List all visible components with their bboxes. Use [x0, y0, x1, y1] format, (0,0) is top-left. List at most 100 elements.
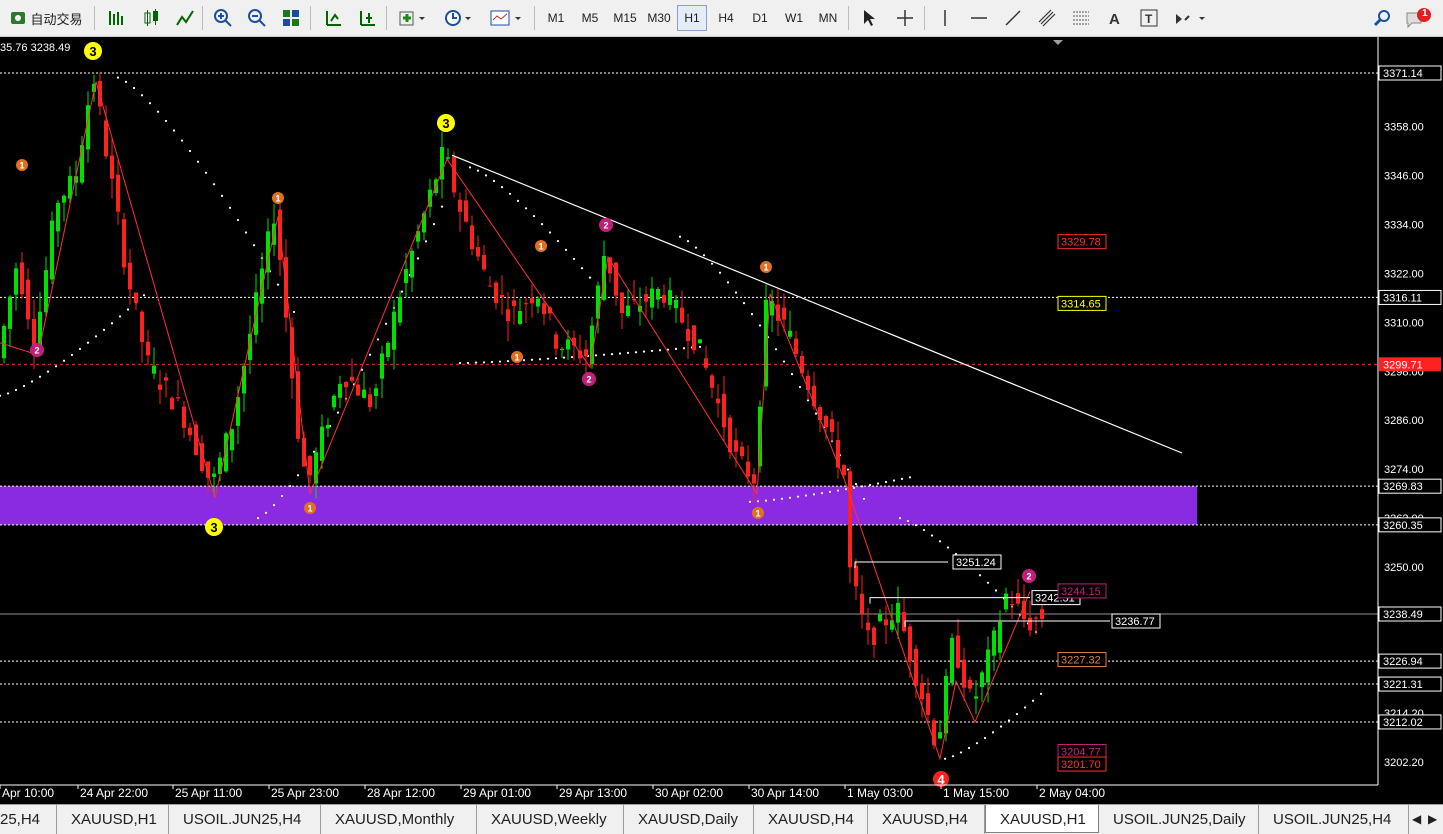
candle-body[interactable] — [362, 389, 366, 398]
candlestick-icon[interactable] — [138, 5, 164, 31]
candle-body[interactable] — [140, 311, 144, 343]
candle-body[interactable] — [482, 254, 486, 270]
candle-body[interactable] — [512, 300, 516, 307]
templates-icon[interactable] — [486, 5, 524, 31]
candle-body[interactable] — [920, 683, 924, 700]
cursor-icon[interactable] — [856, 5, 882, 31]
candle-body[interactable] — [974, 696, 978, 699]
timeframe-m30[interactable]: M30 — [643, 5, 675, 31]
candle-body[interactable] — [782, 307, 786, 320]
text-label-icon[interactable]: T — [1136, 5, 1162, 31]
autoscroll-icon[interactable] — [320, 5, 346, 31]
timeframe-m15[interactable]: M15 — [609, 5, 641, 31]
candle-body[interactable] — [518, 311, 522, 325]
candle-body[interactable] — [908, 626, 912, 662]
candle-body[interactable] — [752, 474, 756, 484]
candle-body[interactable] — [968, 679, 972, 689]
candle-body[interactable] — [656, 288, 660, 300]
tab-scroll-right-icon[interactable]: ▶ — [1428, 812, 1437, 826]
timeframe-m5[interactable]: M5 — [575, 5, 605, 31]
search-icon[interactable] — [1370, 5, 1396, 31]
candle-body[interactable] — [566, 339, 570, 350]
tab-chart-1[interactable]: XAUUSD,H1 — [57, 805, 169, 834]
chart-shift-icon[interactable] — [354, 5, 380, 31]
price-marker-line[interactable] — [904, 620, 1110, 628]
tab-chart-2[interactable]: USOIL.JUN25,H4 — [169, 805, 321, 834]
candle-body[interactable] — [98, 80, 102, 107]
candle-body[interactable] — [158, 384, 162, 390]
tab-chart-10[interactable]: USOIL.JUN25,H4 — [1259, 805, 1409, 834]
candle-body[interactable] — [152, 365, 156, 374]
candle-body[interactable] — [644, 294, 648, 302]
tab-chart-active[interactable]: XAUUSD,H1 — [985, 805, 1099, 833]
timeframe-mn[interactable]: MN — [813, 5, 843, 31]
candle-body[interactable] — [38, 311, 42, 348]
candle-body[interactable] — [8, 296, 12, 329]
candle-body[interactable] — [1004, 593, 1008, 610]
tab-chart-9[interactable]: USOIL.JUN25,Daily — [1099, 805, 1259, 834]
candle-body[interactable] — [584, 349, 588, 357]
candle-body[interactable] — [464, 200, 468, 222]
tab-scroll-left-icon[interactable]: ◀ — [1412, 812, 1421, 826]
candle-body[interactable] — [470, 225, 474, 250]
candle-body[interactable] — [1040, 609, 1044, 619]
candle-body[interactable] — [866, 622, 870, 631]
candle-body[interactable] — [986, 649, 990, 683]
candle-body[interactable] — [620, 292, 624, 313]
candle-body[interactable] — [704, 358, 708, 368]
candle-body[interactable] — [104, 120, 108, 157]
tile-windows-icon[interactable] — [278, 5, 304, 31]
candle-body[interactable] — [164, 377, 168, 381]
candle-body[interactable] — [650, 288, 654, 308]
candle-body[interactable] — [230, 429, 234, 451]
candle-body[interactable] — [746, 461, 750, 477]
price-marker-line[interactable] — [854, 561, 948, 568]
candle-body[interactable] — [896, 602, 900, 623]
timeframe-d1[interactable]: D1 — [745, 5, 775, 31]
candle-body[interactable] — [728, 417, 732, 453]
candle-body[interactable] — [926, 693, 930, 715]
horizontal-line-icon[interactable] — [966, 5, 992, 31]
candle-body[interactable] — [692, 325, 696, 351]
candle-body[interactable] — [488, 285, 492, 287]
candle-body[interactable] — [398, 297, 402, 323]
candle-body[interactable] — [1034, 617, 1038, 619]
candle-body[interactable] — [686, 328, 690, 342]
candle-body[interactable] — [938, 732, 942, 739]
timeframe-w1[interactable]: W1 — [779, 5, 809, 31]
tab-chart-7[interactable]: XAUUSD,H4 — [868, 805, 985, 834]
candle-body[interactable] — [392, 311, 396, 350]
indicators-icon[interactable] — [394, 5, 430, 31]
candle-body[interactable] — [710, 375, 714, 388]
timeframe-m1[interactable]: M1 — [541, 5, 571, 31]
candle-body[interactable] — [44, 270, 48, 313]
candle-body[interactable] — [218, 457, 222, 475]
candle-body[interactable] — [554, 334, 558, 349]
tab-chart-3[interactable]: XAUUSD,Monthly — [321, 805, 477, 834]
crosshair-icon[interactable] — [892, 5, 918, 31]
candle-body[interactable] — [122, 219, 126, 268]
candle-body[interactable] — [626, 305, 630, 316]
candle-body[interactable] — [68, 175, 72, 199]
candle-body[interactable] — [842, 465, 846, 476]
candle-body[interactable] — [20, 262, 24, 295]
candle-body[interactable] — [212, 473, 216, 477]
candle-body[interactable] — [878, 614, 882, 622]
timeframe-h4[interactable]: H4 — [711, 5, 741, 31]
candle-body[interactable] — [50, 220, 54, 280]
candle-body[interactable] — [848, 471, 852, 568]
candle-body[interactable] — [668, 290, 672, 305]
supply-demand-zone[interactable] — [0, 486, 1197, 525]
bar-chart-icon[interactable] — [103, 5, 129, 31]
candle-body[interactable] — [452, 156, 456, 193]
candle-body[interactable] — [386, 342, 390, 358]
candle-body[interactable] — [404, 269, 408, 284]
candle-body[interactable] — [176, 397, 180, 399]
candle-body[interactable] — [860, 593, 864, 614]
candle-body[interactable] — [596, 285, 600, 319]
zigzag-line[interactable] — [0, 81, 1031, 761]
candle-body[interactable] — [332, 395, 336, 408]
equidistant-channel-icon[interactable] — [1034, 5, 1060, 31]
candle-body[interactable] — [128, 262, 132, 290]
candle-body[interactable] — [380, 353, 384, 379]
